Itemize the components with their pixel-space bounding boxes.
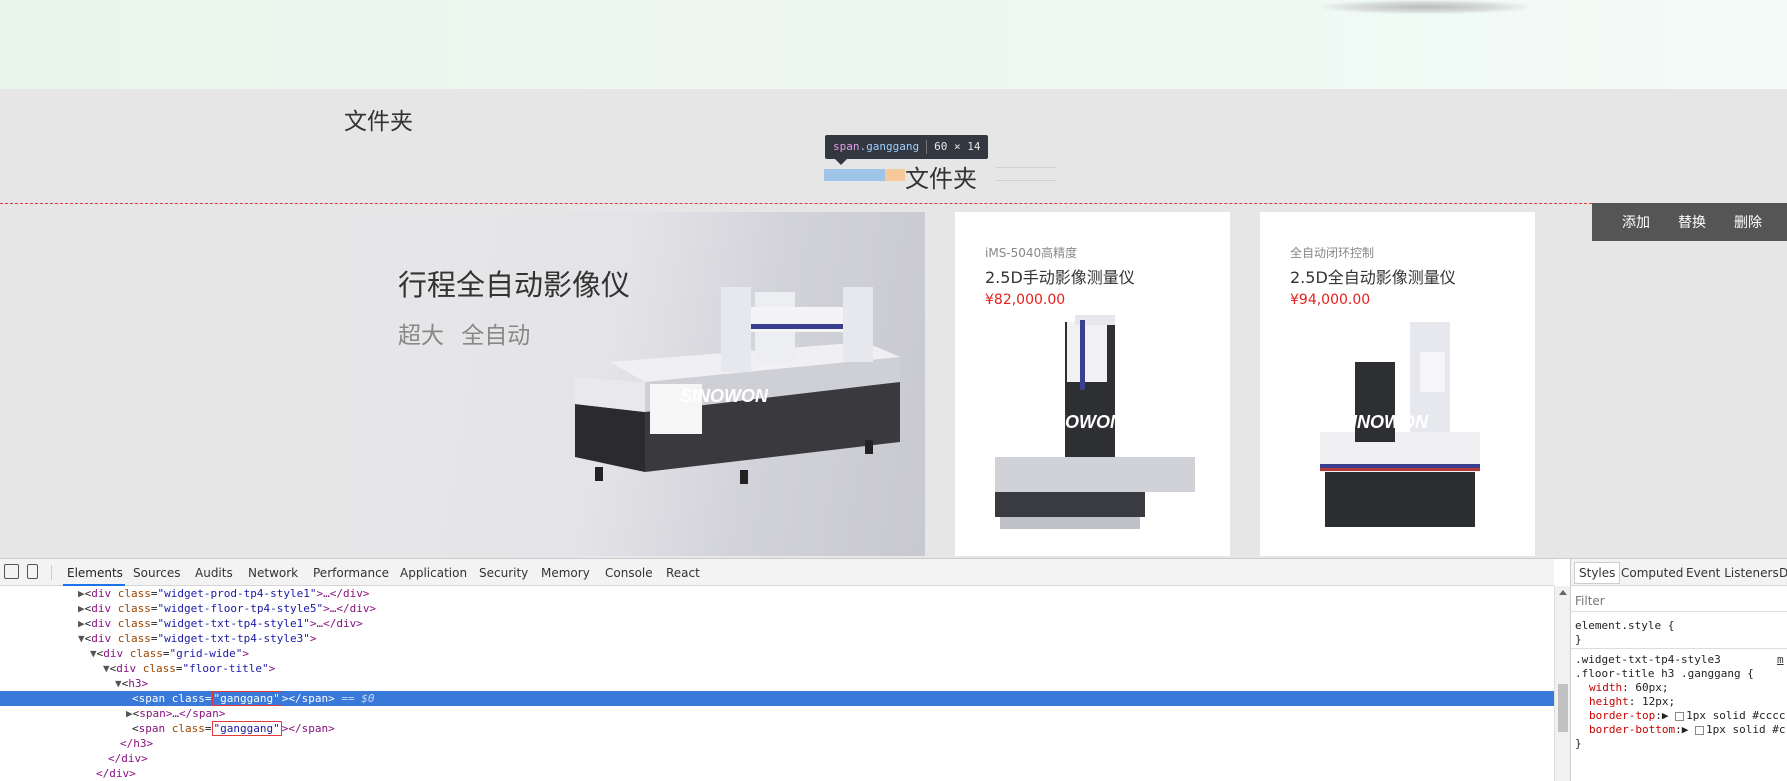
- add-button[interactable]: 添加: [1622, 212, 1650, 232]
- expand-toggle-icon[interactable]: ▶: [126, 707, 133, 720]
- style-property[interactable]: border-bottom:▶ 1px solid #c: [1589, 723, 1785, 736]
- rule-selector: .floor-title h3 .ganggang {: [1575, 667, 1754, 680]
- scroll-thumb[interactable]: [1558, 684, 1568, 732]
- section-title: 文件夹: [344, 109, 413, 135]
- selection-dashed-line: [0, 203, 1787, 204]
- tab-network[interactable]: Network: [248, 566, 298, 580]
- tab-elements[interactable]: Elements: [67, 566, 123, 580]
- tab-react[interactable]: React: [666, 566, 700, 580]
- tab-styles[interactable]: Styles: [1574, 562, 1621, 584]
- expand-toggle-icon[interactable]: ▼: [90, 647, 97, 660]
- expand-toggle-icon[interactable]: ▶: [78, 602, 85, 615]
- rule-close: }: [1575, 737, 1582, 750]
- devtools-toolbar: Elements Sources Audits Network Performa…: [0, 559, 1554, 586]
- highlight-content-box: [824, 169, 885, 181]
- dom-node-row[interactable]: ▼<div class="grid-wide">: [0, 646, 1554, 661]
- dom-node-row[interactable]: </div>: [0, 751, 1554, 766]
- tab-audits[interactable]: Audits: [195, 566, 233, 580]
- product-card[interactable]: iMS-5040高精度 2.5D手动影像测量仪 ¥82,000.00 SINOW…: [955, 212, 1230, 556]
- product-card[interactable]: 全自动闭环控制 2.5D全自动影像测量仪 ¥94,000.00 SINOWON: [1260, 212, 1535, 556]
- dom-node-row[interactable]: </h3>: [0, 736, 1554, 751]
- style-property[interactable]: width: 60px;: [1589, 681, 1669, 694]
- expand-toggle-icon[interactable]: ▶: [78, 617, 85, 630]
- floor-title: 文件夹: [905, 165, 977, 193]
- product-card-brand-label: SINOWON: [1035, 412, 1124, 432]
- tab-computed[interactable]: Computed: [1621, 566, 1683, 580]
- banner-product-shadow: [1320, 0, 1530, 14]
- product-card-brand-label: SINOWON: [1340, 412, 1429, 432]
- dom-node-row[interactable]: ▼<div class="widget-txt-tp4-style3">: [0, 631, 1554, 646]
- tab-performance[interactable]: Performance: [313, 566, 389, 580]
- delete-button[interactable]: 删除: [1734, 212, 1762, 232]
- tab-dom-breakpoints[interactable]: D: [1779, 566, 1787, 580]
- expand-toggle-icon[interactable]: ▼: [78, 632, 85, 645]
- tab-sources[interactable]: Sources: [133, 566, 180, 580]
- rule-close: }: [1575, 633, 1582, 646]
- devtools-panel: Elements Sources Audits Network Performa…: [0, 558, 1787, 781]
- dom-tree-scrollbar[interactable]: [1554, 586, 1570, 781]
- dom-node-row[interactable]: <span class= "ganggang" ></span>: [0, 721, 1554, 736]
- dom-node-row[interactable]: ▶<div class="widget-floor-tp4-style5">…<…: [0, 601, 1554, 616]
- product-card-image: SINOWON: [1320, 322, 1480, 527]
- dom-node-row[interactable]: ▼<div class="floor-title">: [0, 661, 1554, 676]
- replace-button[interactable]: 替换: [1678, 212, 1706, 232]
- tab-event-listeners[interactable]: Event Listeners: [1686, 566, 1779, 580]
- styles-pane: Styles Computed Event Listeners D Filter…: [1570, 559, 1787, 781]
- tooltip-size: 60 × 14: [934, 140, 981, 153]
- expand-toggle-icon[interactable]: ▼: [115, 677, 122, 690]
- highlight-margin-box: [885, 169, 905, 181]
- expand-toggle-icon[interactable]: ▶: [78, 587, 85, 600]
- tab-memory[interactable]: Memory: [541, 566, 590, 580]
- banner: [0, 0, 1787, 89]
- tab-application[interactable]: Application: [400, 566, 467, 580]
- featured-product-card[interactable]: 行程全自动影像仪 超大 全自动 SINOWON: [345, 212, 925, 556]
- product-card-image: SINOWON: [995, 315, 1195, 529]
- dom-node-row[interactable]: <span class= "ganggang" ></span> == $0: [0, 691, 1554, 706]
- dom-node-row[interactable]: ▶<div class="widget-prod-tp4-style1">…</…: [0, 586, 1554, 601]
- style-property[interactable]: height: 12px;: [1589, 695, 1675, 708]
- dom-node-row[interactable]: ▼<h3>: [0, 676, 1554, 691]
- featured-brand-label: SINOWON: [680, 386, 769, 406]
- dom-tree: ▶<div class="widget-prod-tp4-style1">…</…: [0, 586, 1554, 781]
- device-toolbar-icon[interactable]: [27, 564, 38, 579]
- scroll-up-icon[interactable]: [1559, 590, 1567, 595]
- featured-machine-image: SINOWON: [575, 287, 900, 484]
- inspect-tooltip: span.ganggang 60 × 14: [825, 135, 989, 165]
- widget-actions: 添加 替换 删除: [1592, 203, 1787, 241]
- dom-node-row[interactable]: ▶<div class="widget-txt-tp4-style1">…</d…: [0, 616, 1554, 631]
- styles-filter-input[interactable]: Filter: [1575, 594, 1605, 608]
- tooltip-tag: span: [833, 140, 860, 153]
- expand-toggle-icon[interactable]: ▼: [103, 662, 110, 675]
- tab-console[interactable]: Console: [605, 566, 653, 580]
- inspect-icon[interactable]: [4, 564, 19, 579]
- ganggang-line: [996, 167, 1056, 181]
- rule-selector: .widget-txt-tp4-style3: [1575, 653, 1721, 666]
- style-property[interactable]: border-top:▶ 1px solid #cccc: [1589, 709, 1785, 722]
- dom-node-row[interactable]: </div>: [0, 766, 1554, 781]
- rule-source-link[interactable]: m: [1777, 653, 1784, 666]
- dom-node-row[interactable]: ▶<span>…</span>: [0, 706, 1554, 721]
- tooltip-class: .ganggang: [859, 140, 920, 153]
- element-style-rule: element.style {: [1575, 619, 1675, 632]
- tab-security[interactable]: Security: [479, 566, 528, 580]
